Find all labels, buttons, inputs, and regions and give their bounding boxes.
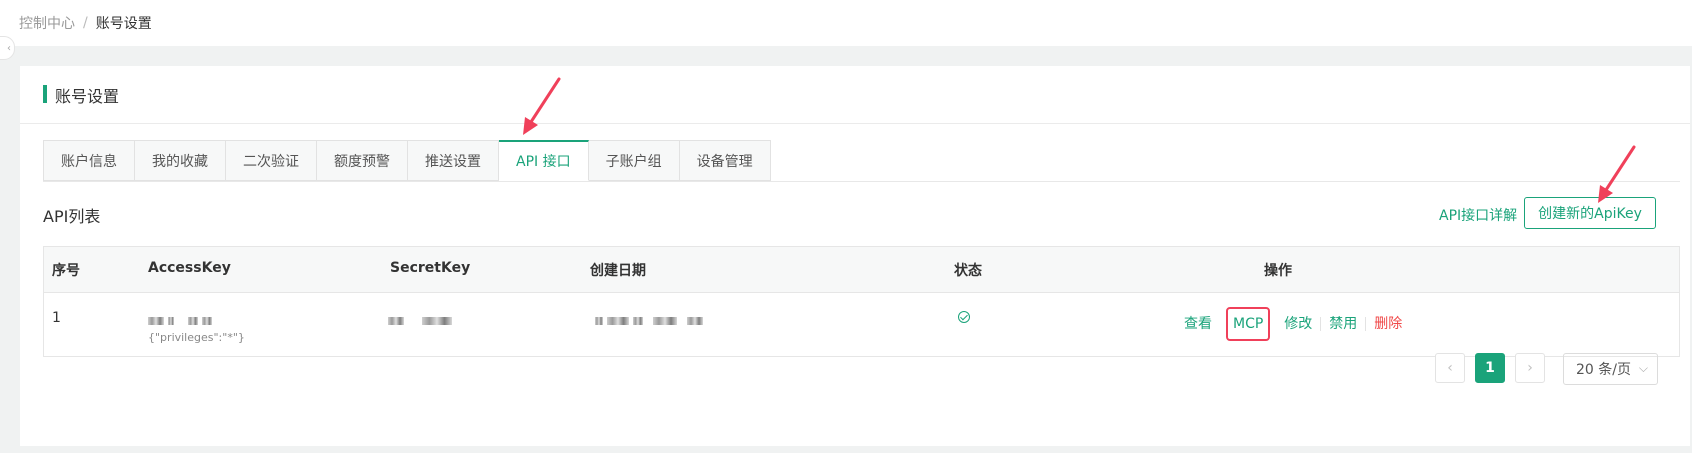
breadcrumb-current: 账号设置 (95, 16, 152, 32)
next-page-button[interactable]: › (1515, 353, 1545, 383)
sidebar-collapse-button[interactable]: ‹ (0, 36, 15, 60)
row-accesskey-masked (148, 313, 216, 329)
tabs-divider (43, 181, 1680, 182)
row-index: 1 (52, 310, 61, 326)
col-accesskey: AccessKey (148, 260, 231, 276)
breadcrumb: 控制中心 / 账号设置 (19, 13, 152, 33)
chevron-left-icon: ‹ (7, 42, 11, 54)
col-actions: 操作 (1264, 263, 1292, 279)
check-circle-icon (958, 311, 970, 323)
row-status (958, 311, 970, 327)
row-privileges: {"privileges":"*"} (148, 331, 245, 344)
tab-favorites[interactable]: 我的收藏 (135, 140, 226, 181)
tab-2fa[interactable]: 二次验证 (226, 140, 317, 181)
tab-push-settings[interactable]: 推送设置 (408, 140, 499, 181)
settings-tabs: 账户信息 我的收藏 二次验证 额度预警 推送设置 API 接口 子账户组 设备管… (43, 140, 771, 182)
title-accent-bar (43, 85, 47, 103)
page-1-button[interactable]: 1 (1475, 353, 1505, 383)
create-apikey-button[interactable]: 创建新的ApiKey (1524, 197, 1656, 229)
chevron-right-icon: › (1527, 360, 1533, 376)
tab-sub-accounts[interactable]: 子账户组 (588, 140, 680, 181)
view-action[interactable]: 查看 (1176, 317, 1220, 331)
page-size-value: 20 条/页 (1576, 362, 1631, 378)
api-list-title: API列表 (43, 207, 101, 226)
breadcrumb-separator: / (83, 15, 88, 31)
row-secretkey-masked (388, 313, 456, 329)
col-created: 创建日期 (590, 263, 646, 279)
col-secretkey: SecretKey (390, 260, 471, 276)
tab-devices[interactable]: 设备管理 (679, 140, 771, 181)
disable-action[interactable]: 禁用 (1320, 317, 1365, 331)
card-header: 账号设置 (20, 66, 1690, 124)
table-row: 1 {"privileges":"*"} 查看 MCP 修改 禁用 删除 (44, 293, 1679, 357)
col-status: 状态 (954, 263, 982, 279)
tab-account-info[interactable]: 账户信息 (43, 140, 135, 181)
api-table: 序号 AccessKey SecretKey 创建日期 状态 操作 1 {"pr… (43, 246, 1680, 357)
card-title: 账号设置 (55, 87, 120, 106)
prev-page-button[interactable]: ‹ (1435, 353, 1465, 383)
tab-quota-alert[interactable]: 额度预警 (317, 140, 408, 181)
table-header: 序号 AccessKey SecretKey 创建日期 状态 操作 (44, 247, 1679, 293)
col-index: 序号 (52, 263, 80, 279)
settings-card: 账号设置 账户信息 我的收藏 二次验证 额度预警 推送设置 API 接口 子账户… (20, 66, 1690, 446)
tab-api[interactable]: API 接口 (499, 140, 589, 181)
breadcrumb-root[interactable]: 控制中心 (19, 13, 75, 33)
mcp-action[interactable]: MCP (1226, 307, 1271, 341)
chevron-left-icon: ‹ (1447, 360, 1453, 376)
page-size-select[interactable]: 20 条/页 ⌵ (1563, 353, 1658, 385)
row-created-masked (595, 313, 707, 329)
chevron-down-icon: ⌵ (1638, 361, 1648, 375)
edit-action[interactable]: 修改 (1276, 317, 1320, 331)
top-bar: 控制中心 / 账号设置 (0, 0, 1692, 46)
delete-action[interactable]: 删除 (1365, 317, 1410, 331)
row-actions: 查看 MCP 修改 禁用 删除 (1176, 307, 1410, 341)
api-doc-link[interactable]: API接口详解 (1439, 205, 1517, 225)
